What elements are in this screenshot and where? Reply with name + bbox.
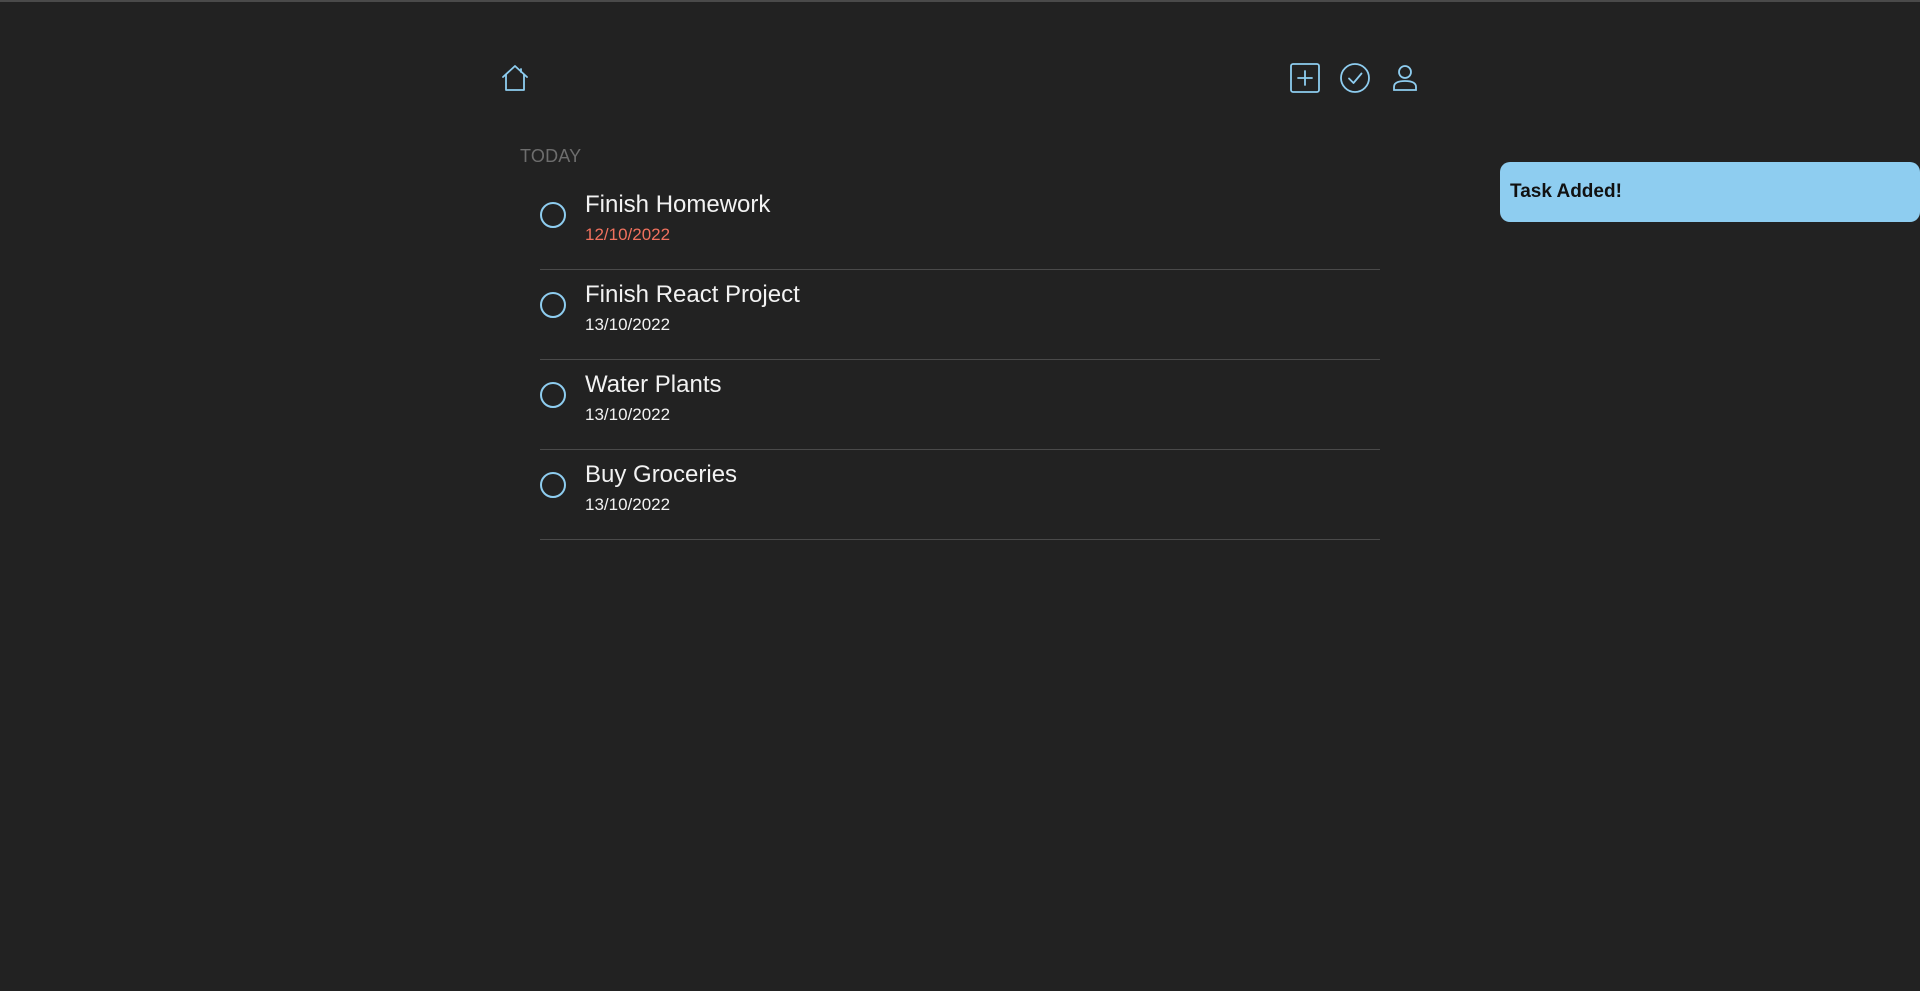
task-date: 13/10/2022 (585, 405, 671, 424)
add-task-icon[interactable] (1288, 61, 1322, 95)
task-date: 13/10/2022 (585, 315, 671, 334)
completed-tasks-icon[interactable] (1338, 61, 1372, 95)
task-title[interactable]: Buy Groceries (585, 461, 737, 489)
task-row: Buy Groceries 13/10/2022 (540, 450, 1380, 540)
toast-notification[interactable]: Task Added! (1500, 162, 1920, 222)
task-complete-checkbox[interactable] (540, 472, 566, 498)
task-row: Finish Homework 12/10/2022 (540, 180, 1380, 270)
window-top-border (0, 0, 1920, 2)
task-title[interactable]: Water Plants (585, 371, 722, 399)
user-profile-icon[interactable] (1389, 62, 1421, 94)
task-date: 13/10/2022 (585, 495, 671, 514)
task-list: Finish Homework 12/10/2022 Finish React … (540, 180, 1380, 540)
task-row: Water Plants 13/10/2022 (540, 360, 1380, 450)
task-title[interactable]: Finish Homework (585, 191, 770, 219)
section-title: TODAY (520, 146, 582, 166)
task-date: 12/10/2022 (585, 225, 671, 244)
task-complete-checkbox[interactable] (540, 292, 566, 318)
task-row: Finish React Project 13/10/2022 (540, 270, 1380, 360)
task-title[interactable]: Finish React Project (585, 281, 800, 309)
task-complete-checkbox[interactable] (540, 202, 566, 228)
toast-message: Task Added! (1510, 181, 1622, 202)
home-icon[interactable] (499, 62, 531, 94)
task-complete-checkbox[interactable] (540, 382, 566, 408)
